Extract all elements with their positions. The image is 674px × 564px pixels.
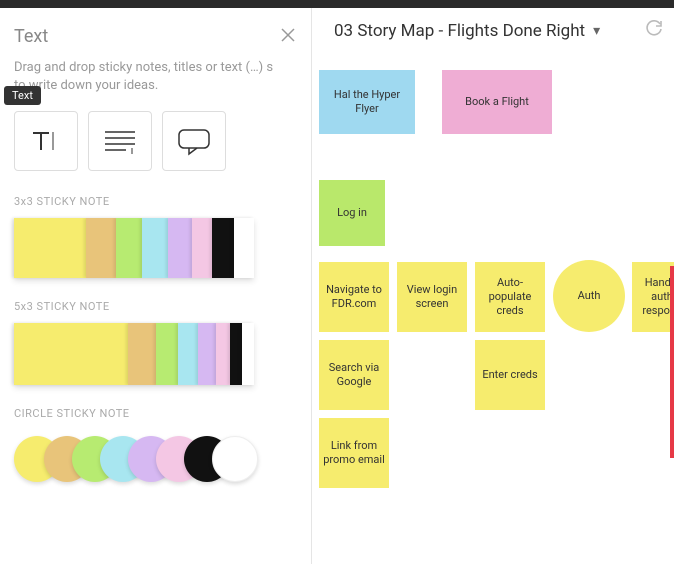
tool-row (14, 111, 297, 171)
swatch-orange[interactable] (86, 218, 116, 278)
text-panel: Text Drag and drop sticky notes, titles … (0, 8, 312, 564)
circle-white[interactable] (212, 436, 258, 482)
text-tool-button[interactable] (14, 111, 78, 171)
section-circle-label: CIRCLE STICKY NOTE (14, 407, 297, 420)
note-handle[interactable]: Handle auth respons (632, 262, 674, 332)
note-auto[interactable]: Auto-populate creds (475, 262, 545, 332)
section-5x3-label: 5x3 STICKY NOTE (14, 300, 297, 313)
red-edge-bar (670, 266, 674, 458)
note-nav[interactable]: Navigate to FDR.com (319, 262, 389, 332)
chevron-down-icon[interactable]: ▾ (593, 23, 600, 39)
note-search[interactable]: Search via Google (319, 340, 389, 410)
note-view[interactable]: View login screen (397, 262, 467, 332)
note-book[interactable]: Book a Flight (442, 70, 552, 134)
swatch-purple[interactable] (168, 218, 192, 278)
note-persona[interactable]: Hal the Hyper Flyer (319, 70, 415, 134)
section-3x3-label: 3x3 STICKY NOTE (14, 195, 297, 208)
paragraph-tool-button[interactable] (88, 111, 152, 171)
swatch-white[interactable] (234, 218, 254, 278)
note-enter[interactable]: Enter creds (475, 340, 545, 410)
canvas-header: 03 Story Map - Flights Done Right ▾ (312, 8, 674, 54)
close-icon[interactable] (279, 26, 297, 47)
swatch-pink[interactable] (192, 218, 212, 278)
swatch2-cyan[interactable] (178, 323, 198, 385)
window-topbar (0, 0, 674, 8)
canvas-area[interactable]: 03 Story Map - Flights Done Right ▾ Hal … (312, 8, 674, 564)
note-auth[interactable]: Auth (553, 260, 625, 332)
canvas-title: 03 Story Map - Flights Done Right (334, 21, 585, 41)
refresh-icon[interactable] (646, 20, 664, 43)
swatch-black[interactable] (212, 218, 234, 278)
swatch2-yellow[interactable] (14, 323, 128, 385)
swatch2-pink[interactable] (216, 323, 230, 385)
swatch2-green[interactable] (156, 323, 178, 385)
panel-description: Drag and drop sticky notes, titles or te… (14, 59, 284, 95)
swatch2-white[interactable] (242, 323, 254, 385)
panel-title: Text (14, 26, 297, 47)
circle-swatch-row[interactable] (14, 430, 297, 490)
note-login[interactable]: Log in (319, 180, 385, 246)
swatch-strip-5x3[interactable] (14, 323, 254, 385)
swatch-cyan[interactable] (142, 218, 168, 278)
swatch2-orange[interactable] (128, 323, 156, 385)
note-link[interactable]: Link from promo email (319, 418, 389, 488)
swatch-green[interactable] (116, 218, 142, 278)
swatch-yellow[interactable] (14, 218, 86, 278)
swatch-strip-3x3[interactable] (14, 218, 254, 278)
swatch2-purple[interactable] (198, 323, 216, 385)
text-tooltip: Text (4, 86, 41, 105)
comment-tool-button[interactable] (162, 111, 226, 171)
swatch2-black[interactable] (230, 323, 242, 385)
